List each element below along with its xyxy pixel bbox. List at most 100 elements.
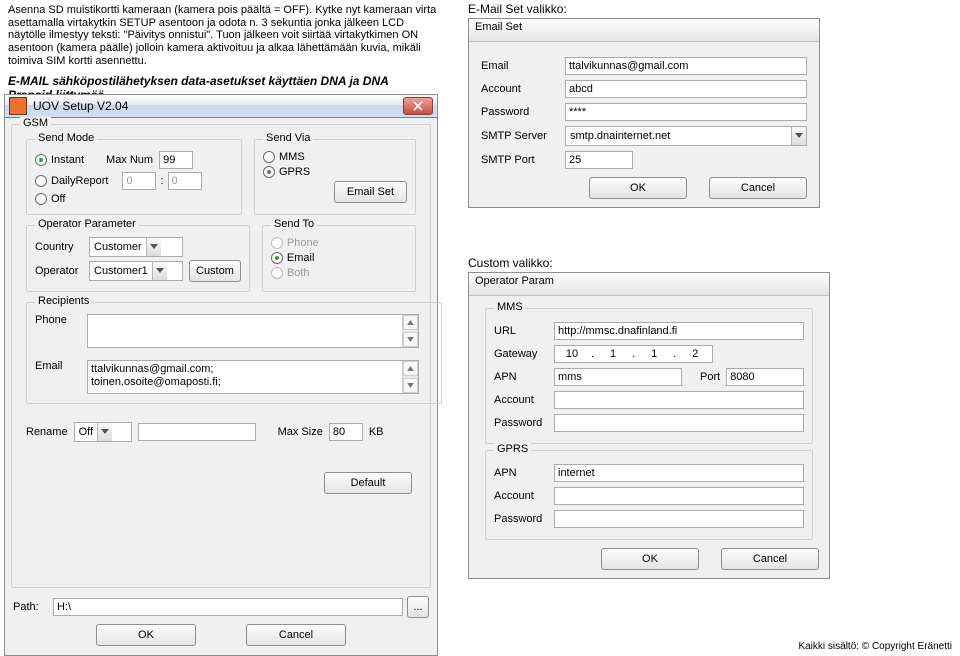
- gprs-account-label: Account: [494, 490, 554, 502]
- mms-account-label: Account: [494, 394, 554, 406]
- es-smtp-label: SMTP Server: [481, 130, 565, 142]
- chevron-down-icon: [152, 262, 167, 280]
- chevron-down-icon: [146, 238, 161, 256]
- mms-legend: MMS: [494, 301, 526, 313]
- recip-phone-textarea[interactable]: [87, 314, 419, 348]
- app-icon: [9, 97, 27, 115]
- uov-setup-window: UOV Setup V2.04 GSM Send Mode Instant Ma…: [4, 94, 438, 656]
- sendvia-fieldset: Send Via MMS GPRS Email Set: [254, 139, 416, 215]
- path-input[interactable]: [53, 598, 403, 616]
- recip-phone-label: Phone: [35, 314, 81, 326]
- cancel-button[interactable]: Cancel: [246, 624, 346, 646]
- gprs-account-input[interactable]: [554, 487, 804, 505]
- scrollbar[interactable]: [402, 315, 418, 347]
- radio-off[interactable]: Off: [35, 193, 65, 205]
- gprs-apn-label: APN: [494, 467, 554, 479]
- gw-seg-1[interactable]: [596, 346, 630, 362]
- es-cancel-button[interactable]: Cancel: [709, 177, 807, 199]
- maxnum-input[interactable]: [159, 151, 193, 169]
- op-cancel-button[interactable]: Cancel: [721, 548, 819, 570]
- chevron-down-icon: [791, 127, 806, 145]
- emailset-button[interactable]: Email Set: [334, 181, 407, 203]
- browse-button[interactable]: ...: [407, 596, 429, 618]
- recip-email-label: Email: [35, 360, 81, 372]
- radio-instant[interactable]: Instant: [35, 154, 84, 166]
- es-password-input[interactable]: [565, 103, 807, 121]
- sendto-legend: Send To: [271, 218, 317, 230]
- path-label: Path:: [13, 601, 47, 613]
- operator-parameter-legend: Operator Parameter: [35, 218, 139, 230]
- rename-text-input[interactable]: [138, 423, 256, 441]
- custom-button[interactable]: Custom: [189, 260, 241, 282]
- sendvia-legend: Send Via: [263, 132, 313, 144]
- mms-apn-input[interactable]: [554, 368, 682, 386]
- maxsize-label: Max Size: [278, 426, 323, 438]
- radio-mms[interactable]: MMS: [263, 151, 305, 163]
- scrollbar[interactable]: [402, 361, 418, 393]
- es-port-input[interactable]: [565, 151, 633, 169]
- gsm-legend: GSM: [20, 117, 51, 129]
- kb-label: KB: [369, 426, 384, 438]
- radio-gprs[interactable]: GPRS: [263, 166, 310, 178]
- close-icon: [413, 101, 423, 111]
- mms-url-input[interactable]: [554, 322, 804, 340]
- intro-paragraph: Asenna SD muistikortti kameraan (kamera …: [8, 4, 436, 67]
- mms-apn-label: APN: [494, 371, 554, 383]
- emailset-heading: E-Mail Set valikko:: [468, 2, 820, 16]
- gw-seg-3[interactable]: [678, 346, 712, 362]
- country-combo[interactable]: Customer: [89, 237, 183, 257]
- country-label: Country: [35, 241, 83, 253]
- mms-gateway-ip[interactable]: . . .: [554, 345, 713, 363]
- ok-button[interactable]: OK: [96, 624, 196, 646]
- gprs-fieldset: GPRS APN Account Password: [485, 450, 813, 540]
- mms-port-input[interactable]: [726, 368, 804, 386]
- mms-gateway-label: Gateway: [494, 348, 554, 360]
- operator-combo[interactable]: Customer1: [89, 261, 183, 281]
- maxsize-input[interactable]: [329, 423, 363, 441]
- daily-hour-input[interactable]: [122, 172, 156, 190]
- es-account-input[interactable]: [565, 80, 807, 98]
- es-email-input[interactable]: [565, 57, 807, 75]
- radio-sendto-both: Both: [271, 267, 310, 279]
- gprs-password-input[interactable]: [554, 510, 804, 528]
- scroll-down-icon[interactable]: [403, 332, 418, 347]
- mms-url-label: URL: [494, 325, 554, 337]
- opparam-titlebar[interactable]: Operator Param: [469, 273, 829, 296]
- daily-min-input[interactable]: [168, 172, 202, 190]
- custom-heading: Custom valikko:: [468, 256, 828, 270]
- scroll-up-icon[interactable]: [403, 315, 418, 330]
- footer-copyright: Kaikki sisältö: © Copyright Eränetti: [798, 641, 952, 652]
- mms-port-label: Port: [700, 371, 720, 383]
- radio-sendto-email[interactable]: Email: [271, 252, 315, 264]
- close-button[interactable]: [403, 97, 433, 115]
- gw-seg-2[interactable]: [637, 346, 671, 362]
- rename-label: Rename: [26, 426, 68, 438]
- gw-seg-0[interactable]: [555, 346, 589, 362]
- es-port-label: SMTP Port: [481, 154, 565, 166]
- rename-combo[interactable]: Off: [74, 422, 132, 442]
- es-ok-button[interactable]: OK: [589, 177, 687, 199]
- mms-password-input[interactable]: [554, 414, 804, 432]
- radio-dailyreport[interactable]: DailyReport: [35, 175, 108, 187]
- scroll-down-icon[interactable]: [403, 378, 418, 393]
- titlebar[interactable]: UOV Setup V2.04: [5, 95, 437, 118]
- chevron-down-icon: [97, 423, 112, 441]
- es-password-label: Password: [481, 106, 565, 118]
- colon: :: [160, 175, 163, 187]
- default-button[interactable]: Default: [324, 472, 412, 494]
- scroll-up-icon[interactable]: [403, 361, 418, 376]
- op-ok-button[interactable]: OK: [601, 548, 699, 570]
- radio-sendto-phone: Phone: [271, 237, 319, 249]
- gprs-password-label: Password: [494, 513, 554, 525]
- operator-parameter-fieldset: Operator Parameter Country Customer Oper…: [26, 225, 250, 292]
- operator-label: Operator: [35, 265, 83, 277]
- mms-password-label: Password: [494, 417, 554, 429]
- es-smtp-combo[interactable]: smtp.dnainternet.net: [565, 126, 807, 146]
- sendmode-legend: Send Mode: [35, 132, 97, 144]
- emailset-titlebar[interactable]: Email Set: [469, 19, 819, 42]
- emailset-window: Email Set Email Account Password SMTP Se…: [468, 18, 820, 208]
- mms-account-input[interactable]: [554, 391, 804, 409]
- intro-text: Asenna SD muistikortti kameraan (kamera …: [0, 0, 446, 103]
- recip-email-textarea[interactable]: ttalvikunnas@gmail.com; toinen.osoite@om…: [87, 360, 419, 394]
- gprs-apn-input[interactable]: [554, 464, 804, 482]
